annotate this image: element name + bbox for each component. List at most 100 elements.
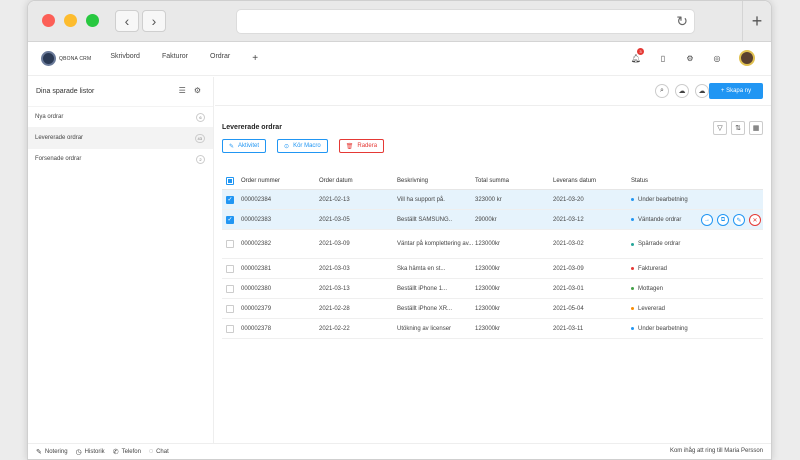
edit-row-button[interactable]: ✎ xyxy=(733,214,745,226)
copy-icon: ⧉ xyxy=(720,216,726,223)
column-header-order-datum[interactable]: Order datum xyxy=(319,178,397,184)
order-number: 000002380 xyxy=(241,285,272,292)
status-dot xyxy=(631,242,634,246)
pencil-icon: ✎ xyxy=(736,217,742,224)
row-checkbox[interactable] xyxy=(226,284,234,293)
delivery-date: 2021-03-09 xyxy=(553,265,584,272)
row-checkbox[interactable] xyxy=(226,324,234,333)
table-row[interactable]: 000002380 2021-03-13 Beställt iPhone 1..… xyxy=(222,279,763,299)
status-dot xyxy=(631,198,634,201)
gear-icon[interactable]: ⚙ xyxy=(194,86,201,95)
delete-button[interactable]: 🗑︎ Radera xyxy=(338,139,385,153)
create-new-button[interactable]: + Skapa ny xyxy=(709,83,763,99)
help-circle-icon: ◎ xyxy=(713,53,721,63)
order-date: 2021-03-13 xyxy=(319,285,350,292)
footer-historik-label: Historik xyxy=(84,448,105,455)
upload-button[interactable]: ☁ xyxy=(675,84,689,98)
columns-icon: ▦ xyxy=(752,125,760,132)
open-row-button[interactable]: → xyxy=(701,214,713,226)
trash-icon: ✕ xyxy=(752,217,758,224)
row-checkbox[interactable]: ✓ xyxy=(226,215,234,224)
table-row[interactable]: ✓ 000002384 2021-02-13 Vill ha support p… xyxy=(222,190,763,210)
row-checkbox[interactable] xyxy=(226,240,234,248)
table-row[interactable]: 000002379 2021-02-28 Beställt iPhone XR.… xyxy=(222,299,763,319)
sidebar-header: Dina sparade listor ☰ ⚙ xyxy=(28,77,213,106)
table-row[interactable]: ✓ 000002383 2021-03-05 Beställt SAMSUNG.… xyxy=(222,210,763,230)
columns-button[interactable]: ▦ xyxy=(749,121,763,135)
table-row[interactable]: 000002381 2021-03-03 Ska hämta en st... … xyxy=(222,259,763,279)
app-header: QBONA CRM Skrivbord Fakturor Ordrar + 🔔︎… xyxy=(28,42,771,76)
list-settings-icon[interactable]: ☰ xyxy=(179,86,186,95)
row-checkbox[interactable]: ✓ xyxy=(226,195,234,204)
column-header-leverans-datum[interactable]: Leverans datum xyxy=(553,178,631,184)
sidebar-item-nya-ordrar[interactable]: Nya ordrar 6 xyxy=(28,106,213,127)
column-header-total-summa[interactable]: Total summa xyxy=(475,178,553,184)
order-number: 000002378 xyxy=(241,325,272,332)
row-checkbox[interactable] xyxy=(226,304,234,313)
minimize-window-button[interactable] xyxy=(64,14,77,27)
column-header-order-nummer[interactable]: Order nummer xyxy=(241,178,319,184)
nav-item-ordrar[interactable]: Ordrar xyxy=(210,53,230,64)
zoom-window-button[interactable] xyxy=(86,14,99,27)
settings-button[interactable]: ⚙ xyxy=(683,51,697,65)
footer-telefon[interactable]: ✆ Telefon xyxy=(113,448,141,456)
activity-button[interactable]: ✎ Aktivitet xyxy=(222,139,267,153)
back-button[interactable]: ‹ xyxy=(115,10,139,32)
orders-table: Order nummer Order datum Beskrivning Tot… xyxy=(222,172,763,339)
documents-button[interactable]: ▯ xyxy=(656,51,670,65)
reload-icon[interactable]: ↻ xyxy=(676,13,688,30)
trash-icon: 🗑︎ xyxy=(345,143,354,150)
search-button[interactable]: ⌕ xyxy=(655,84,669,98)
sidebar-item-levererade-ordrar[interactable]: Levererade ordrar 43 xyxy=(28,127,213,148)
header-icons: 🔔︎ 3 ▯ ⚙ ◎ xyxy=(616,48,755,66)
browser-window: ‹ › ↻ + QBONA CRM Skrivbord Fakturor Ord… xyxy=(27,0,772,460)
order-number: 000002384 xyxy=(241,196,272,203)
help-button[interactable]: ◎ xyxy=(710,51,724,65)
order-status: Under bearbetning xyxy=(631,197,721,203)
filter-button[interactable]: ▽ xyxy=(713,121,727,135)
footer-telefon-label: Telefon xyxy=(121,448,141,455)
status-label: Levererad xyxy=(638,305,666,312)
close-window-button[interactable] xyxy=(42,14,55,27)
app-logo[interactable]: QBONA CRM xyxy=(41,51,91,66)
sidebar-item-forsenade-ordrar[interactable]: Forsenade ordrar 2 xyxy=(28,148,213,169)
table-row[interactable]: 000002378 2021-02-22 Utökning av license… xyxy=(222,319,763,339)
footer-bar: ✎ Notering ◷ Historik ✆ Telefon ◌ Chat Kom i… xyxy=(28,443,771,459)
delete-row-button[interactable]: ✕ xyxy=(749,214,761,226)
delivery-date: 2021-05-04 xyxy=(553,305,584,312)
notifications-button[interactable]: 🔔︎ 3 xyxy=(629,48,644,65)
forward-button[interactable]: › xyxy=(142,10,166,32)
status-dot xyxy=(631,287,634,290)
select-all-checkbox[interactable] xyxy=(226,176,234,185)
run-macro-button[interactable]: ⊙ Kör Macro xyxy=(277,139,328,153)
download-button[interactable]: ☁ xyxy=(695,84,709,98)
address-bar[interactable]: ↻ xyxy=(236,9,695,34)
order-status: Spärrade ordrar xyxy=(631,241,721,247)
order-date: 2021-02-13 xyxy=(319,196,350,203)
footer-historik[interactable]: ◷ Historik xyxy=(76,448,105,456)
user-avatar[interactable] xyxy=(739,50,755,66)
status-dot xyxy=(631,327,634,330)
column-header-beskrivning[interactable]: Beskrivning xyxy=(397,177,475,185)
sidebar-item-count: 6 xyxy=(196,113,205,122)
filter-icon: ▽ xyxy=(717,125,723,132)
row-checkbox[interactable] xyxy=(226,264,234,273)
status-dot xyxy=(631,307,634,310)
nav-item-skrivbord[interactable]: Skrivbord xyxy=(110,53,140,64)
phone-icon: ✆ xyxy=(112,448,119,456)
column-header-status[interactable]: Status xyxy=(631,178,721,184)
document-icon: ▯ xyxy=(660,53,666,63)
nav-add-button[interactable]: + xyxy=(252,53,258,64)
table-row[interactable]: 000002382 2021-03-09 Väntar på komplette… xyxy=(222,230,763,259)
delivery-date: 2021-03-02 xyxy=(553,241,584,247)
nav-item-fakturor[interactable]: Fakturor xyxy=(162,53,188,64)
order-description: Utökning av licenser xyxy=(397,325,452,332)
footer-notering[interactable]: ✎ Notering xyxy=(36,448,68,456)
status-dot xyxy=(631,218,634,221)
copy-row-button[interactable]: ⧉ xyxy=(717,214,729,226)
gear-icon: ⚙ xyxy=(686,53,694,63)
footer-chat[interactable]: ◌ Chat xyxy=(149,448,169,455)
order-number: 000002379 xyxy=(241,305,272,312)
new-tab-button[interactable]: + xyxy=(742,1,771,42)
sort-button[interactable]: ⇅ xyxy=(731,121,745,135)
